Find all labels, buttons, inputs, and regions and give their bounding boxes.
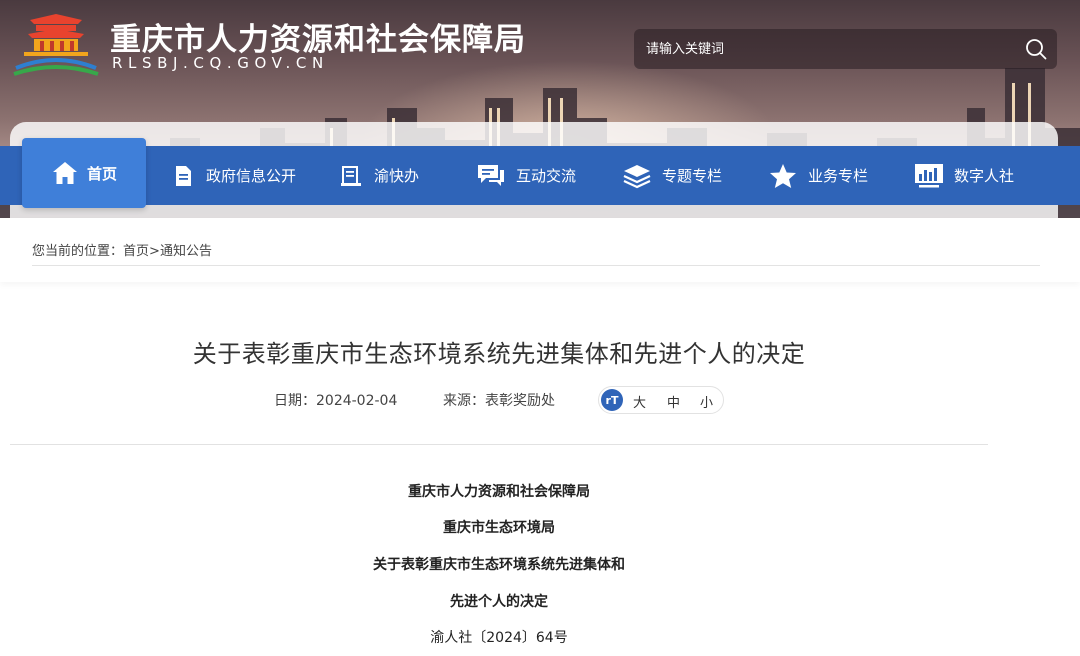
nav-item-digital[interactable]: 数字人社 [914,146,1014,205]
breadcrumb-prefix: 您当前的位置： [32,244,124,259]
breadcrumb-bar: 您当前的位置：首页>通知公告 [0,218,1080,282]
font-size-small-button[interactable]: 小 [700,392,713,411]
main-nav: 首页 政府信息公开 渝快办 互动交流 专题专栏 业务专栏 数字人社 [0,138,1080,208]
layers-icon [623,164,651,188]
nav-item-topics[interactable]: 专题专栏 [622,146,722,205]
search-icon[interactable] [1025,38,1047,60]
site-domain: RLSBJ.CQ.GOV.CN [112,54,329,72]
nav-label-gov-info: 政府信息公开 [206,167,297,185]
article-body-line: 重庆市人力资源和社会保障局 [408,484,590,500]
font-size-medium-button[interactable]: 中 [667,392,680,411]
breadcrumb-home-link[interactable]: 首页 [123,244,149,259]
nav-item-gov-info[interactable]: 政府信息公开 [172,146,296,205]
notepad-icon [341,165,361,186]
home-icon [52,162,77,184]
article-body-line: 先进个人的决定 [450,594,548,610]
font-size-switcher: rT 大 中 小 [598,386,724,414]
article-body-line: 关于表彰重庆市生态环境系统先进集体和 [373,557,625,573]
nav-item-interaction[interactable]: 互动交流 [476,146,576,205]
monitor-chart-icon [915,163,943,187]
article-date: 日期：2024-02-04 [274,393,398,409]
nav-label-interaction: 互动交流 [516,167,577,185]
breadcrumb: 您当前的位置：首页>通知公告 [32,240,212,259]
breadcrumb-divider [32,265,1040,266]
font-size-large-button[interactable]: 大 [633,392,646,411]
nav-label-yukuaiban: 渝快办 [374,167,420,185]
temple-logo-icon [13,14,99,76]
nav-item-business[interactable]: 业务专栏 [768,146,868,205]
article-title: 关于表彰重庆市生态环境系统先进集体和先进个人的决定 [192,340,806,368]
breadcrumb-separator: > [149,244,160,259]
search-box [634,29,1057,69]
article-divider [10,444,988,445]
nav-item-home[interactable]: 首页 [22,138,146,208]
star-icon [770,163,796,188]
nav-label-digital: 数字人社 [954,167,1015,185]
article-body-line: 重庆市生态环境局 [443,520,555,536]
document-icon [176,165,191,186]
site-title: 重庆市人力资源和社会保障局 [110,22,526,58]
font-size-icon: rT [601,389,623,411]
document-number: 渝人社〔2024〕64号 [430,630,568,646]
nav-item-yukuaiban[interactable]: 渝快办 [340,146,419,205]
chat-icon [478,164,504,186]
breadcrumb-current-link[interactable]: 通知公告 [160,244,212,259]
search-input[interactable] [646,29,1006,69]
nav-label-topics: 专题专栏 [662,167,723,185]
nav-label-business: 业务专栏 [808,167,869,185]
article-source: 来源：表彰奖励处 [443,393,555,409]
nav-label-home: 首页 [86,164,117,183]
